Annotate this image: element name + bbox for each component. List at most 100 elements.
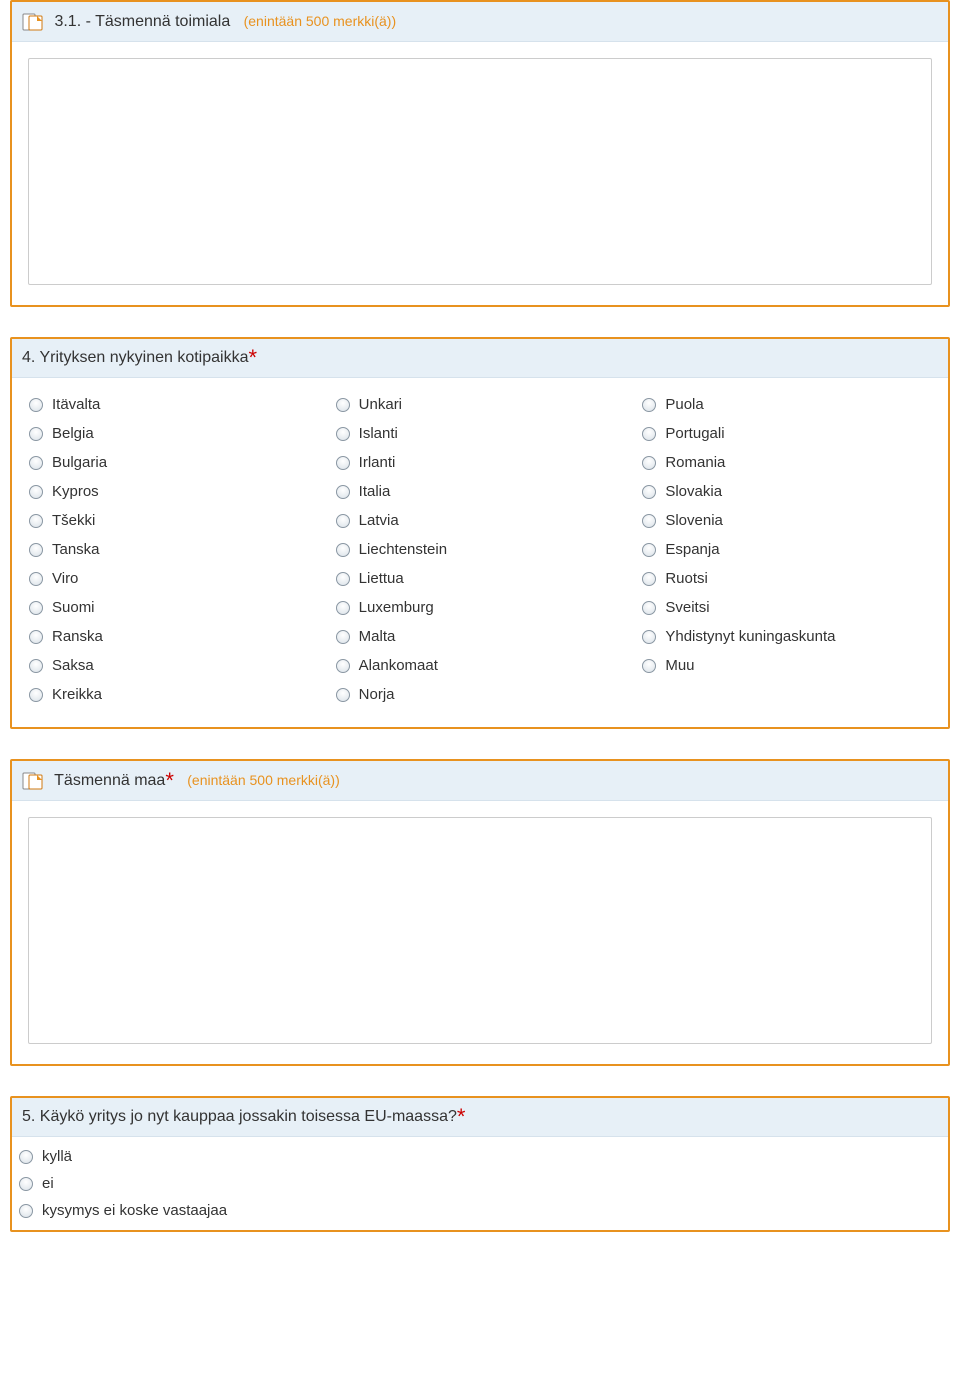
radio-icon[interactable] [28, 571, 44, 587]
country-option[interactable]: Slovakia [639, 477, 934, 506]
radio-icon[interactable] [335, 513, 351, 529]
radio-icon[interactable] [28, 542, 44, 558]
country-option[interactable]: Itävalta [26, 390, 321, 419]
country-option[interactable]: Norja [333, 680, 628, 709]
q5-option[interactable]: kysymys ei koske vastaajaa [16, 1197, 944, 1224]
q5-option-label: kysymys ei koske vastaajaa [42, 1202, 227, 1219]
country-option[interactable]: Suomi [26, 593, 321, 622]
specify-country-header: Täsmennä maa* (enintään 500 merkki(ä)) [12, 761, 948, 801]
country-option[interactable]: Puola [639, 390, 934, 419]
country-option[interactable]: Yhdistynyt kuningaskunta [639, 622, 934, 651]
country-option[interactable]: Belgia [26, 419, 321, 448]
country-option[interactable]: Kypros [26, 477, 321, 506]
radio-icon[interactable] [28, 397, 44, 413]
radio-icon[interactable] [641, 426, 657, 442]
radio-icon[interactable] [335, 542, 351, 558]
radio-icon[interactable] [641, 571, 657, 587]
radio-icon[interactable] [641, 542, 657, 558]
country-option[interactable]: Muu [639, 651, 934, 680]
country-option[interactable]: Tanska [26, 535, 321, 564]
question-3-1-header: 3.1. - Täsmennä toimiala (enintään 500 m… [12, 2, 948, 42]
country-option[interactable]: Liechtenstein [333, 535, 628, 564]
radio-icon[interactable] [335, 484, 351, 500]
question-3-1-hint: (enintään 500 merkki(ä)) [244, 13, 397, 29]
radio-icon[interactable] [28, 600, 44, 616]
radio-icon[interactable] [28, 629, 44, 645]
country-option-label: Saksa [52, 657, 94, 674]
country-option[interactable]: Ranska [26, 622, 321, 651]
country-option[interactable]: Slovenia [639, 506, 934, 535]
country-option[interactable]: Portugali [639, 419, 934, 448]
country-option[interactable]: Romania [639, 448, 934, 477]
radio-icon[interactable] [641, 397, 657, 413]
industry-textarea[interactable] [28, 58, 932, 285]
country-option[interactable]: Latvia [333, 506, 628, 535]
document-icon [22, 772, 44, 790]
radio-icon[interactable] [335, 397, 351, 413]
country-option[interactable]: Luxemburg [333, 593, 628, 622]
radio-icon[interactable] [18, 1149, 34, 1165]
country-option[interactable]: Tšekki [26, 506, 321, 535]
country-option[interactable]: Bulgaria [26, 448, 321, 477]
radio-icon[interactable] [28, 426, 44, 442]
country-option-label: Slovakia [665, 483, 722, 500]
radio-icon[interactable] [641, 658, 657, 674]
question-5-title: 5. Käykö yritys jo nyt kauppaa jossakin … [22, 1108, 457, 1125]
country-option[interactable]: Saksa [26, 651, 321, 680]
q5-option[interactable]: ei [16, 1170, 944, 1197]
radio-icon[interactable] [641, 513, 657, 529]
country-option-label: Norja [359, 686, 395, 703]
question-5-options: kyllä ei kysymys ei koske vastaajaa [12, 1137, 948, 1230]
radio-icon[interactable] [28, 658, 44, 674]
country-option[interactable]: Ruotsi [639, 564, 934, 593]
radio-icon[interactable] [335, 629, 351, 645]
country-option[interactable]: Islanti [333, 419, 628, 448]
country-option-label: Liettua [359, 570, 404, 587]
radio-icon[interactable] [335, 658, 351, 674]
specify-country-body [12, 801, 948, 1064]
radio-icon[interactable] [641, 484, 657, 500]
country-option[interactable]: Viro [26, 564, 321, 593]
radio-icon[interactable] [28, 513, 44, 529]
radio-icon[interactable] [335, 687, 351, 703]
radio-icon[interactable] [28, 484, 44, 500]
question-5-block: 5. Käykö yritys jo nyt kauppaa jossakin … [10, 1096, 950, 1232]
country-option[interactable]: Espanja [639, 535, 934, 564]
country-textarea[interactable] [28, 817, 932, 1044]
country-option-label: Tanska [52, 541, 100, 558]
country-option[interactable]: Unkari [333, 390, 628, 419]
country-column-2: Unkari Islanti Irlanti Italia LatviaLiechten… [333, 390, 628, 709]
country-option-label: Malta [359, 628, 396, 645]
country-option-label: Italia [359, 483, 391, 500]
radio-icon[interactable] [641, 600, 657, 616]
question-4-block: 4. Yrityksen nykyinen kotipaikka* Itäval… [10, 337, 950, 729]
radio-icon[interactable] [18, 1203, 34, 1219]
radio-icon[interactable] [28, 455, 44, 471]
country-option-label: Yhdistynyt kuningaskunta [665, 628, 835, 645]
country-option-label: Luxemburg [359, 599, 434, 616]
country-option[interactable]: Kreikka [26, 680, 321, 709]
q5-option-label: ei [42, 1175, 54, 1192]
country-option-label: Portugali [665, 425, 724, 442]
radio-icon[interactable] [641, 629, 657, 645]
country-option[interactable]: Malta [333, 622, 628, 651]
country-option[interactable]: Irlanti [333, 448, 628, 477]
radio-icon[interactable] [335, 600, 351, 616]
country-option[interactable]: Italia [333, 477, 628, 506]
country-option[interactable]: Liettua [333, 564, 628, 593]
country-option[interactable]: Sveitsi [639, 593, 934, 622]
country-column-1: ItävaltaBelgiaBulgariaKyprosTšekki Tanska… [26, 390, 321, 709]
country-option[interactable]: Alankomaat [333, 651, 628, 680]
radio-icon[interactable] [335, 571, 351, 587]
radio-icon[interactable] [18, 1176, 34, 1192]
country-option-label: Muu [665, 657, 694, 674]
radio-icon[interactable] [335, 426, 351, 442]
country-option-label: Unkari [359, 396, 402, 413]
q5-option[interactable]: kyllä [16, 1143, 944, 1170]
radio-icon[interactable] [641, 455, 657, 471]
country-option-label: Islanti [359, 425, 398, 442]
country-option-label: Ranska [52, 628, 103, 645]
radio-icon[interactable] [28, 687, 44, 703]
radio-icon[interactable] [335, 455, 351, 471]
question-4-title: 4. Yrityksen nykyinen kotipaikka [22, 349, 248, 366]
